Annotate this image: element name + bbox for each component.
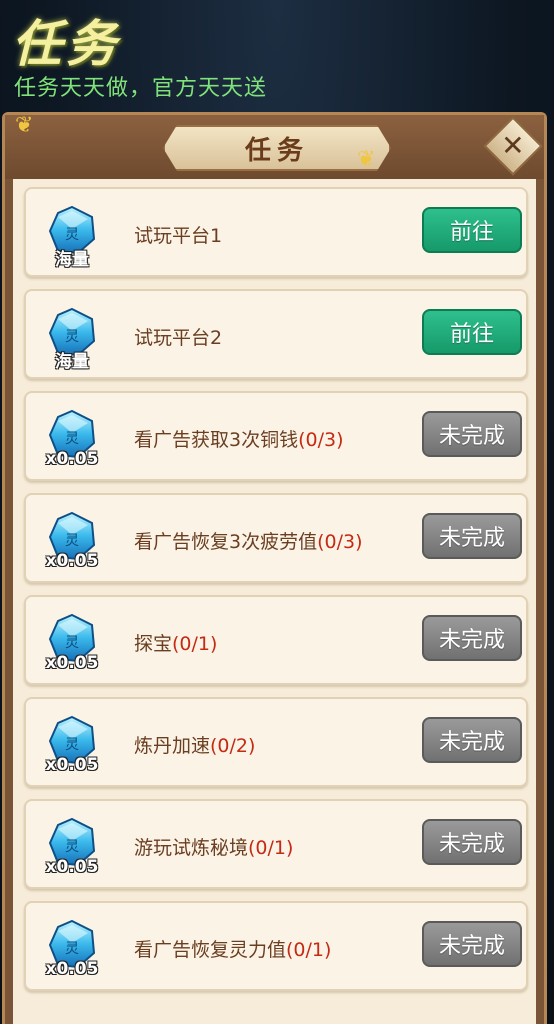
task-title: 看广告获取3次铜钱(0/3) <box>134 425 344 452</box>
reward-label: x0.05 <box>45 653 99 673</box>
task-row: 灵 x0.05 炼丹加速(0/2) 未完成 <box>24 697 528 787</box>
svg-text:灵: 灵 <box>65 431 79 447</box>
task-progress: (0/1) <box>172 633 218 655</box>
reward-label: 海量 <box>55 352 89 372</box>
reward-label: 海量 <box>55 250 89 270</box>
task-row: 灵 x0.05 看广告恢复3次疲劳值(0/3) 未完成 <box>24 493 528 583</box>
go-button[interactable]: 前往 <box>422 207 522 253</box>
svg-text:灵: 灵 <box>65 227 79 243</box>
task-title: 试玩平台1 <box>134 221 222 248</box>
incomplete-button[interactable]: 未完成 <box>422 513 522 559</box>
butterfly-icon: ❦ <box>357 147 376 172</box>
svg-text:灵: 灵 <box>65 635 79 651</box>
task-row: 灵 x0.05 游玩试炼秘境(0/1) 未完成 <box>24 799 528 889</box>
task-title: 看广告恢复灵力值(0/1) <box>134 935 331 962</box>
task-name: 看广告恢复灵力值 <box>134 939 287 961</box>
incomplete-button[interactable]: 未完成 <box>422 921 522 967</box>
task-progress: (0/2) <box>210 735 256 757</box>
task-name: 看广告获取3次铜钱 <box>134 429 299 451</box>
reward-label: x0.05 <box>45 551 99 571</box>
incomplete-button[interactable]: 未完成 <box>422 717 522 763</box>
svg-text:灵: 灵 <box>65 737 79 753</box>
incomplete-button[interactable]: 未完成 <box>422 615 522 661</box>
task-progress: (0/3) <box>298 429 344 451</box>
panel-title: 任务 <box>244 135 309 166</box>
task-title: 游玩试炼秘境(0/1) <box>134 833 293 860</box>
task-row: 灵 x0.05 探宝(0/1) 未完成 <box>24 595 528 685</box>
butterfly-icon: ❦ <box>15 113 34 138</box>
svg-text:灵: 灵 <box>65 941 79 957</box>
task-name: 看广告恢复3次疲劳值 <box>134 531 318 553</box>
go-button[interactable]: 前往 <box>422 309 522 355</box>
reward-label: x0.05 <box>45 857 99 877</box>
task-title: 炼丹加速(0/2) <box>134 731 255 758</box>
task-title: 看广告恢复3次疲劳值(0/3) <box>134 527 363 554</box>
task-row: 灵海量 试玩平台2 前往 <box>24 289 528 379</box>
task-panel: ❦ 任务 ❦ ✕ 灵海量 试玩平台1 前往灵海量 试玩平台2 前往灵 x0.05 看广告获取… <box>2 112 547 1024</box>
panel-header: ❦ 任务 ❦ ✕ <box>5 113 544 179</box>
svg-text:灵: 灵 <box>65 329 79 345</box>
task-list: 灵海量 试玩平台1 前往灵海量 试玩平台2 前往灵 x0.05 看广告获取3次铜钱(0/3)… <box>13 179 536 1024</box>
task-progress: (0/3) <box>317 531 363 553</box>
task-name: 试玩平台1 <box>134 225 223 247</box>
svg-text:灵: 灵 <box>65 533 79 549</box>
task-row: 灵 x0.05 看广告获取3次铜钱(0/3) 未完成 <box>24 391 528 481</box>
task-name: 游玩试炼秘境 <box>134 837 249 859</box>
reward-label: x0.05 <box>45 449 99 469</box>
incomplete-button[interactable]: 未完成 <box>422 411 522 457</box>
task-name: 试玩平台2 <box>134 327 223 349</box>
task-name: 炼丹加速 <box>134 735 211 757</box>
task-name: 探宝 <box>134 633 173 655</box>
task-row: 灵海量 试玩平台1 前往 <box>24 187 528 277</box>
task-progress: (0/1) <box>248 837 294 859</box>
reward-label: x0.05 <box>45 959 99 979</box>
task-progress: (0/1) <box>286 939 332 961</box>
incomplete-button[interactable]: 未完成 <box>422 819 522 865</box>
page-title: 任务 <box>12 15 120 73</box>
page-subtitle: 任务天天做，官方天天送 <box>14 76 268 101</box>
reward-label: x0.05 <box>45 755 99 775</box>
task-row: 灵 x0.05 看广告恢复灵力值(0/1) 未完成 <box>24 901 528 991</box>
close-icon: ✕ <box>501 129 525 162</box>
task-title: 探宝(0/1) <box>134 629 217 656</box>
task-title: 试玩平台2 <box>134 323 222 350</box>
close-button[interactable]: ✕ <box>483 116 543 176</box>
svg-text:灵: 灵 <box>65 839 79 855</box>
